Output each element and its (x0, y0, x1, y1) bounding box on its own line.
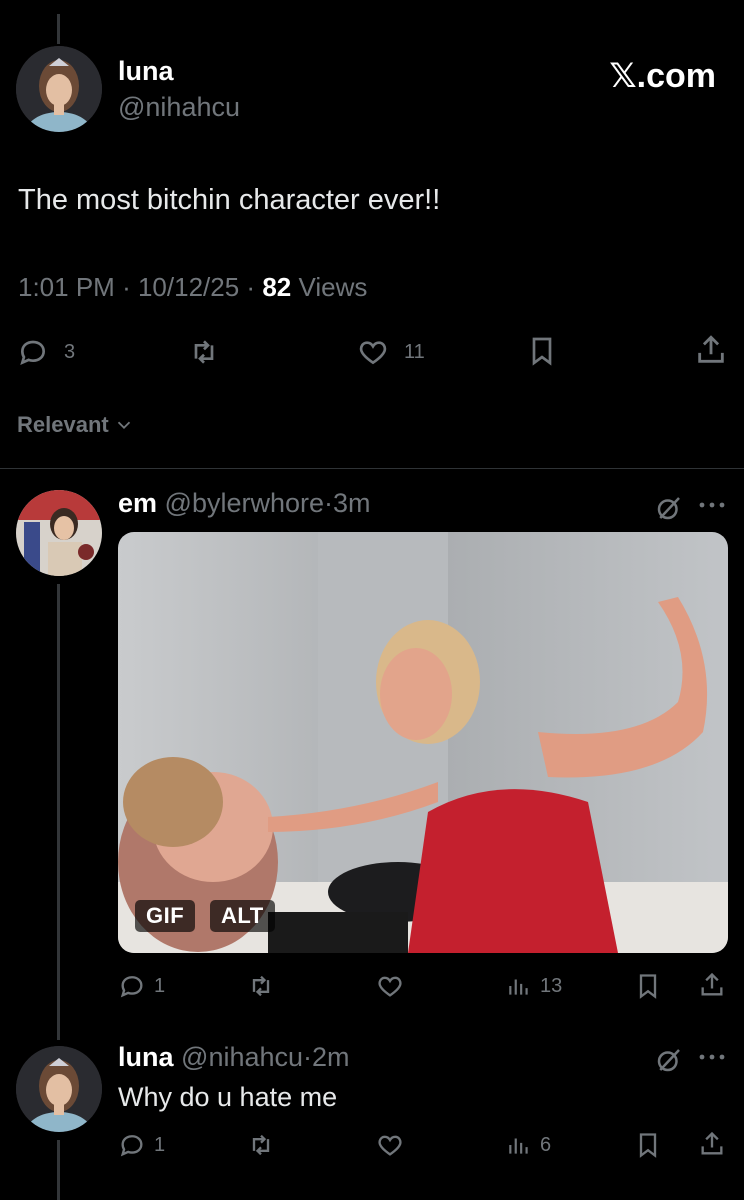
chevron-down-icon (117, 421, 130, 430)
views-count: 6 (540, 1133, 552, 1156)
more-button[interactable] (698, 495, 726, 515)
repost-icon (252, 975, 270, 997)
repost-icon (194, 340, 214, 364)
thread-line-top (57, 14, 60, 44)
more-button[interactable] (698, 1047, 726, 1067)
divider (0, 468, 744, 469)
bookmark-button[interactable] (526, 334, 558, 368)
grok-icon (657, 1049, 680, 1072)
views-button[interactable]: 13 (506, 972, 562, 1000)
like-count: 11 (404, 340, 425, 363)
post-date: 10/12/25 (137, 272, 240, 302)
share-icon (701, 1131, 723, 1155)
share-button[interactable] (698, 1129, 726, 1159)
repost-icon (252, 1134, 270, 1156)
share-icon (698, 335, 724, 363)
reply-age: 3m (333, 488, 371, 518)
meta-dot: · (324, 488, 334, 518)
reply-author-name[interactable]: luna (118, 1042, 174, 1072)
reply-media-gif[interactable]: GIF ALT (118, 532, 728, 953)
sort-dropdown[interactable]: Relevant (17, 412, 135, 438)
avatar-photo (16, 46, 102, 132)
more-icon (699, 502, 725, 508)
like-icon (359, 341, 387, 365)
meta-dot: · (303, 1042, 313, 1072)
reply-age: 2m (312, 1042, 350, 1072)
meta-dot: · (122, 272, 131, 302)
reply-header: em @bylerwhore·3m (118, 488, 371, 519)
repost-button[interactable] (186, 336, 222, 368)
author-handle[interactable]: @nihahcu (118, 92, 240, 123)
like-button[interactable] (376, 972, 404, 1000)
bookmark-icon (532, 337, 552, 366)
reply-button[interactable]: 1 (118, 972, 165, 1000)
bookmark-button[interactable] (634, 971, 662, 1001)
like-button[interactable]: 11 (356, 336, 425, 368)
views-icon (509, 979, 528, 995)
post-meta: 1:01 PM · 10/12/25 · 82 Views (18, 272, 367, 303)
avatar-photo (16, 1046, 102, 1132)
grok-button[interactable] (654, 1045, 684, 1075)
alt-badge[interactable]: ALT (210, 900, 275, 932)
reply-avatar[interactable] (16, 1046, 102, 1132)
avatar[interactable] (16, 46, 102, 132)
views-button[interactable]: 6 (506, 1131, 551, 1159)
views-icon (509, 1138, 528, 1154)
views-label: Views (298, 272, 368, 302)
like-icon (378, 1135, 402, 1156)
like-button[interactable] (376, 1131, 404, 1159)
bookmark-icon (639, 974, 657, 999)
gif-badge: GIF (135, 900, 196, 932)
views-count: 82 (262, 272, 292, 302)
reply-count: 1 (154, 974, 166, 997)
repost-button[interactable] (246, 1131, 276, 1159)
post-time: 1:01 PM (18, 272, 115, 302)
share-icon (701, 972, 723, 996)
reply-avatar[interactable] (16, 490, 102, 576)
share-button[interactable] (698, 970, 726, 1000)
more-icon (699, 1054, 725, 1060)
sort-label: Relevant (17, 412, 109, 437)
thread-line (57, 584, 60, 1040)
reply-icon (120, 1135, 143, 1157)
thread-line (57, 1140, 60, 1200)
reply-text: Why do u hate me (118, 1082, 338, 1112)
author-name[interactable]: luna (118, 56, 174, 87)
reply-icon (20, 340, 46, 366)
grok-button[interactable] (654, 493, 684, 523)
reply-count: 3 (64, 340, 76, 363)
reply-button[interactable]: 1 (118, 1131, 165, 1159)
reply-author-handle[interactable]: @bylerwhore (165, 488, 324, 518)
reply-button[interactable]: 3 (16, 336, 75, 368)
x-brand-logo: 𝕏.com (609, 57, 716, 95)
reply-header: luna @nihahcu·2m (118, 1042, 350, 1073)
reply-count: 1 (154, 1133, 166, 1156)
grok-icon (657, 497, 680, 520)
reply-icon (120, 976, 143, 998)
avatar-photo (16, 490, 102, 576)
bookmark-icon (639, 1133, 657, 1158)
views-count: 13 (540, 974, 563, 997)
like-icon (378, 976, 402, 997)
share-button[interactable] (694, 333, 728, 367)
reply-author-handle[interactable]: @nihahcu (181, 1042, 303, 1072)
gif-image (118, 532, 728, 953)
meta-dot: · (246, 272, 256, 302)
bookmark-button[interactable] (634, 1130, 662, 1160)
post-text: The most bitchin character ever!! (18, 184, 441, 216)
repost-button[interactable] (246, 972, 276, 1000)
reply-author-name[interactable]: em (118, 488, 157, 518)
